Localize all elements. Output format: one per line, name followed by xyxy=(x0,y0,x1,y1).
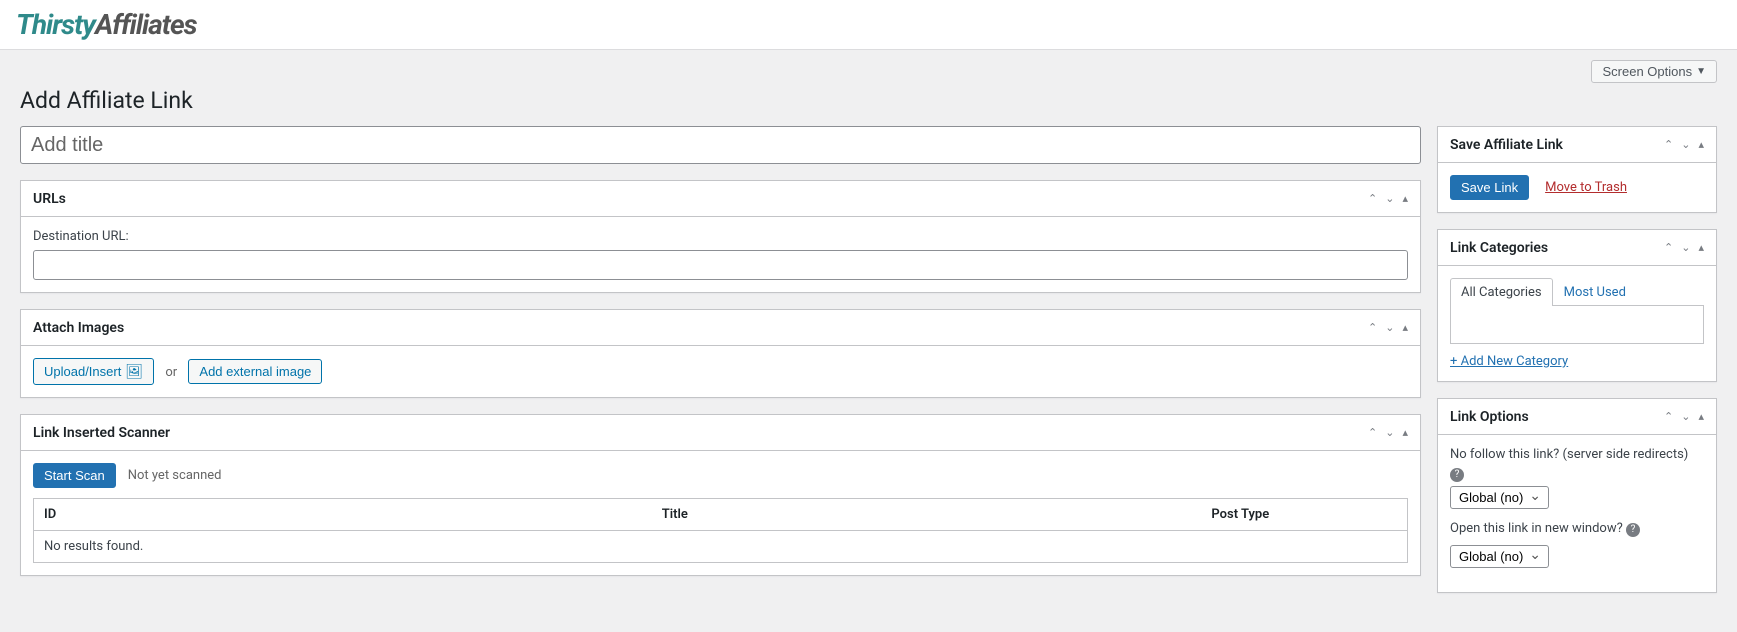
help-icon[interactable]: ? xyxy=(1450,468,1464,482)
caret-down-icon: ▼ xyxy=(1696,66,1706,77)
start-scan-button[interactable]: Start Scan xyxy=(33,463,116,488)
tab-all-categories[interactable]: All Categories xyxy=(1450,278,1553,306)
categories-metabox: Link Categories ⌃ ⌄ ▴ All Categories Mos… xyxy=(1437,229,1717,382)
triangle-up-icon[interactable]: ▴ xyxy=(1402,426,1408,439)
chevron-down-icon[interactable]: ⌄ xyxy=(1681,138,1690,151)
chevron-up-icon[interactable]: ⌃ xyxy=(1368,426,1377,439)
chevron-up-icon[interactable]: ⌃ xyxy=(1664,241,1673,254)
brand-logo: ThirstyAffiliates xyxy=(16,8,1721,41)
table-row: No results found. xyxy=(34,531,1408,563)
scanner-heading: Link Inserted Scanner xyxy=(33,425,1368,441)
newwindow-select[interactable]: Global (no) xyxy=(1450,545,1549,568)
empty-results: No results found. xyxy=(34,531,1408,563)
title-input[interactable] xyxy=(20,126,1421,164)
attach-images-metabox: Attach Images ⌃ ⌄ ▴ Upload/Insert 🖼 or A… xyxy=(20,309,1421,398)
chevron-down-icon[interactable]: ⌄ xyxy=(1385,321,1394,334)
destination-url-label: Destination URL: xyxy=(33,229,1408,244)
save-metabox: Save Affiliate Link ⌃ ⌄ ▴ Save Link Move… xyxy=(1437,126,1717,213)
chevron-up-icon[interactable]: ⌃ xyxy=(1368,321,1377,334)
chevron-down-icon[interactable]: ⌄ xyxy=(1385,192,1394,205)
chevron-up-icon[interactable]: ⌃ xyxy=(1664,410,1673,423)
triangle-up-icon[interactable]: ▴ xyxy=(1698,410,1704,423)
chevron-up-icon[interactable]: ⌃ xyxy=(1368,192,1377,205)
nofollow-label: No follow this link? (server side redire… xyxy=(1450,447,1704,462)
triangle-up-icon[interactable]: ▴ xyxy=(1402,192,1408,205)
page-title: Add Affiliate Link xyxy=(20,87,1717,114)
triangle-up-icon[interactable]: ▴ xyxy=(1402,321,1408,334)
urls-metabox: URLs ⌃ ⌄ ▴ Destination URL: xyxy=(20,180,1421,293)
chevron-down-icon[interactable]: ⌄ xyxy=(1385,426,1394,439)
categories-heading: Link Categories xyxy=(1450,240,1664,256)
media-icon: 🖼 xyxy=(125,363,143,380)
options-heading: Link Options xyxy=(1450,409,1664,425)
col-post-type: Post Type xyxy=(1201,499,1407,531)
move-to-trash-link[interactable]: Move to Trash xyxy=(1545,180,1627,195)
upload-insert-button[interactable]: Upload/Insert 🖼 xyxy=(33,358,154,385)
scan-status: Not yet scanned xyxy=(128,468,222,483)
categories-panel xyxy=(1450,306,1704,344)
urls-heading: URLs xyxy=(33,191,1368,207)
add-external-image-button[interactable]: Add external image xyxy=(188,359,322,384)
save-link-button[interactable]: Save Link xyxy=(1450,175,1529,200)
col-id: ID xyxy=(34,499,652,531)
chevron-up-icon[interactable]: ⌃ xyxy=(1664,138,1673,151)
nofollow-select[interactable]: Global (no) xyxy=(1450,486,1549,509)
destination-url-input[interactable] xyxy=(33,250,1408,280)
newwindow-label: Open this link in new window? ? xyxy=(1450,521,1704,537)
chevron-down-icon[interactable]: ⌄ xyxy=(1681,410,1690,423)
triangle-up-icon[interactable]: ▴ xyxy=(1698,241,1704,254)
scanner-metabox: Link Inserted Scanner ⌃ ⌄ ▴ Start Scan N… xyxy=(20,414,1421,576)
col-title: Title xyxy=(652,499,1202,531)
chevron-down-icon[interactable]: ⌄ xyxy=(1681,241,1690,254)
or-text: or xyxy=(165,365,177,380)
help-icon[interactable]: ? xyxy=(1626,523,1640,537)
save-heading: Save Affiliate Link xyxy=(1450,137,1664,153)
options-metabox: Link Options ⌃ ⌄ ▴ No follow this link? … xyxy=(1437,398,1717,593)
attach-images-heading: Attach Images xyxy=(33,320,1368,336)
add-new-category-link[interactable]: + Add New Category xyxy=(1450,354,1568,369)
tab-most-used[interactable]: Most Used xyxy=(1553,278,1637,306)
scanner-table: ID Title Post Type No results found. xyxy=(33,498,1408,563)
screen-options-button[interactable]: Screen Options ▼ xyxy=(1591,60,1717,83)
triangle-up-icon[interactable]: ▴ xyxy=(1698,138,1704,151)
